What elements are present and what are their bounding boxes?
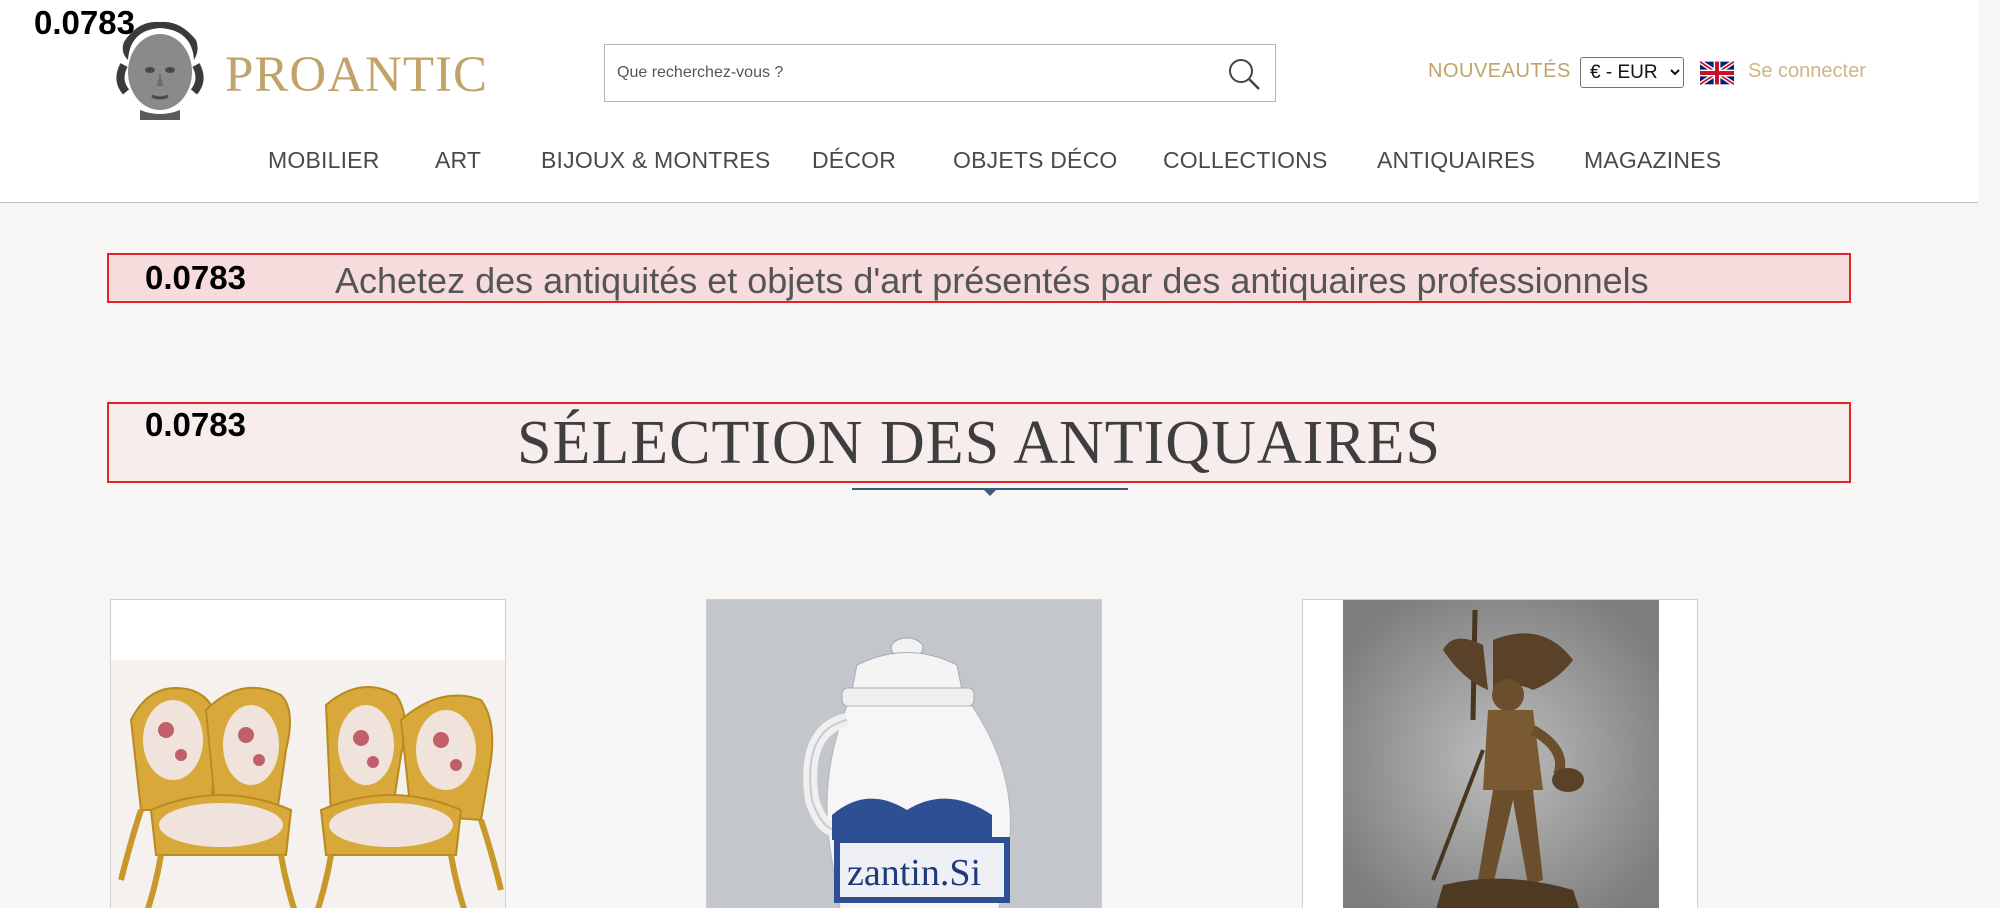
nav-item-collections[interactable]: COLLECTIONS	[1163, 147, 1328, 174]
main-nav: MOBILIER ART BIJOUX & MONTRES DÉCOR OBJE…	[0, 147, 1978, 183]
title-divider-arrow	[983, 489, 997, 496]
nav-item-antiquaires[interactable]: ANTIQUAIRES	[1377, 147, 1535, 174]
new-arrivals-link[interactable]: NOUVEAUTÉS	[1428, 60, 1571, 83]
score-label: 0.0783	[145, 259, 246, 296]
nav-item-bijoux-montres[interactable]: BIJOUX & MONTRES	[541, 147, 770, 174]
nav-item-objets-deco[interactable]: OBJETS DÉCO	[953, 147, 1118, 174]
jug-label-text: zantin.Si	[847, 852, 981, 894]
product-card[interactable]	[110, 599, 506, 908]
search-box	[604, 44, 1276, 102]
nav-item-art[interactable]: ART	[435, 147, 481, 174]
login-link[interactable]: Se connecter	[1748, 60, 1866, 83]
faience-pharmacy-jug-image: zantin.Si	[707, 600, 1101, 908]
bronze-winged-knight-statue-image	[1343, 600, 1659, 908]
score-label: 0.0783	[34, 4, 135, 41]
gilded-armchairs-image	[111, 660, 505, 908]
product-card[interactable]	[1302, 599, 1698, 908]
nav-item-decor[interactable]: DÉCOR	[812, 147, 896, 174]
nav-item-magazines[interactable]: MAGAZINES	[1584, 147, 1721, 174]
tagline-text: Achetez des antiquités et objets d'art p…	[335, 260, 1649, 301]
currency-select[interactable]: € - EUR	[1580, 57, 1684, 88]
nav-item-mobilier[interactable]: MOBILIER	[268, 147, 380, 174]
tagline-banner: 0.0783 Achetez des antiquités et objets …	[107, 253, 1851, 303]
product-card[interactable]: zantin.Si	[706, 599, 1102, 908]
uk-flag-icon[interactable]	[1700, 61, 1734, 85]
search-icon[interactable]	[1227, 57, 1261, 91]
site-header: 0.0783 PROANTIC NOUVEAUTÉS € - EUR Se co…	[0, 0, 1978, 203]
search-input[interactable]	[617, 45, 1197, 101]
brand-logo-text[interactable]: PROANTIC	[225, 46, 488, 104]
section-title: SÉLECTION DES ANTIQUAIRES	[517, 409, 1441, 477]
section-header: 0.0783 SÉLECTION DES ANTIQUAIRES	[107, 402, 1851, 483]
